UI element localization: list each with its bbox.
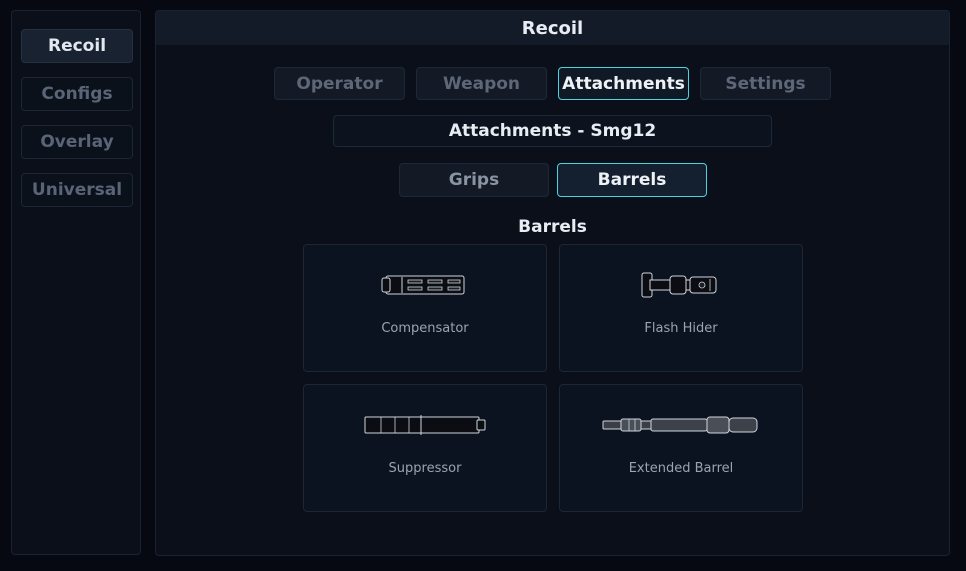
sidebar-item-overlay[interactable]: Overlay xyxy=(21,125,133,159)
section-title-text: Attachments - Smg12 xyxy=(448,121,657,141)
main-panel: Recoil Operator Weapon Attachments Setti… xyxy=(155,10,950,556)
sidebar-item-label: Configs xyxy=(41,84,113,104)
suppressor-icon xyxy=(304,405,546,445)
sidebar-item-label: Overlay xyxy=(40,132,114,152)
sidebar-item-label: Universal xyxy=(31,180,123,200)
attachment-label: Compensator xyxy=(381,321,469,336)
subtab-label: Grips xyxy=(448,170,500,190)
sidebar-item-recoil[interactable]: Recoil xyxy=(21,29,133,63)
subtab-barrels[interactable]: Barrels xyxy=(557,163,707,197)
tab-label: Operator xyxy=(296,73,383,94)
sidebar: Recoil Configs Overlay Universal xyxy=(11,10,141,555)
sidebar-item-universal[interactable]: Universal xyxy=(21,173,133,207)
tab-attachments[interactable]: Attachments xyxy=(558,67,689,100)
section-title: Attachments - Smg12 xyxy=(333,115,772,147)
subtab-grips[interactable]: Grips xyxy=(399,163,549,197)
page-title: Recoil xyxy=(156,11,949,45)
tab-settings[interactable]: Settings xyxy=(700,67,831,100)
app-window: Recoil Configs Overlay Universal Recoil … xyxy=(0,0,966,571)
attachment-label: Suppressor xyxy=(388,461,462,476)
attachment-card-suppressor[interactable]: Suppressor xyxy=(303,384,547,512)
extended-barrel-icon xyxy=(560,405,802,445)
tab-label: Weapon xyxy=(442,73,521,94)
attachment-card-extended-barrel[interactable]: Extended Barrel xyxy=(559,384,803,512)
attachment-label: Extended Barrel xyxy=(628,461,734,476)
attachment-card-compensator[interactable]: Compensator xyxy=(303,244,547,372)
tab-operator[interactable]: Operator xyxy=(274,67,405,100)
tab-weapon[interactable]: Weapon xyxy=(416,67,547,100)
flash-hider-icon xyxy=(560,265,802,305)
compensator-icon xyxy=(304,265,546,305)
attachment-card-flash-hider[interactable]: Flash Hider xyxy=(559,244,803,372)
attachment-label: Flash Hider xyxy=(644,321,718,336)
subtab-label: Barrels xyxy=(597,170,667,190)
tab-label: Attachments xyxy=(562,73,685,94)
list-heading: Barrels xyxy=(518,217,587,237)
sidebar-item-configs[interactable]: Configs xyxy=(21,77,133,111)
sidebar-item-label: Recoil xyxy=(47,36,107,56)
tab-label: Settings xyxy=(725,73,806,94)
